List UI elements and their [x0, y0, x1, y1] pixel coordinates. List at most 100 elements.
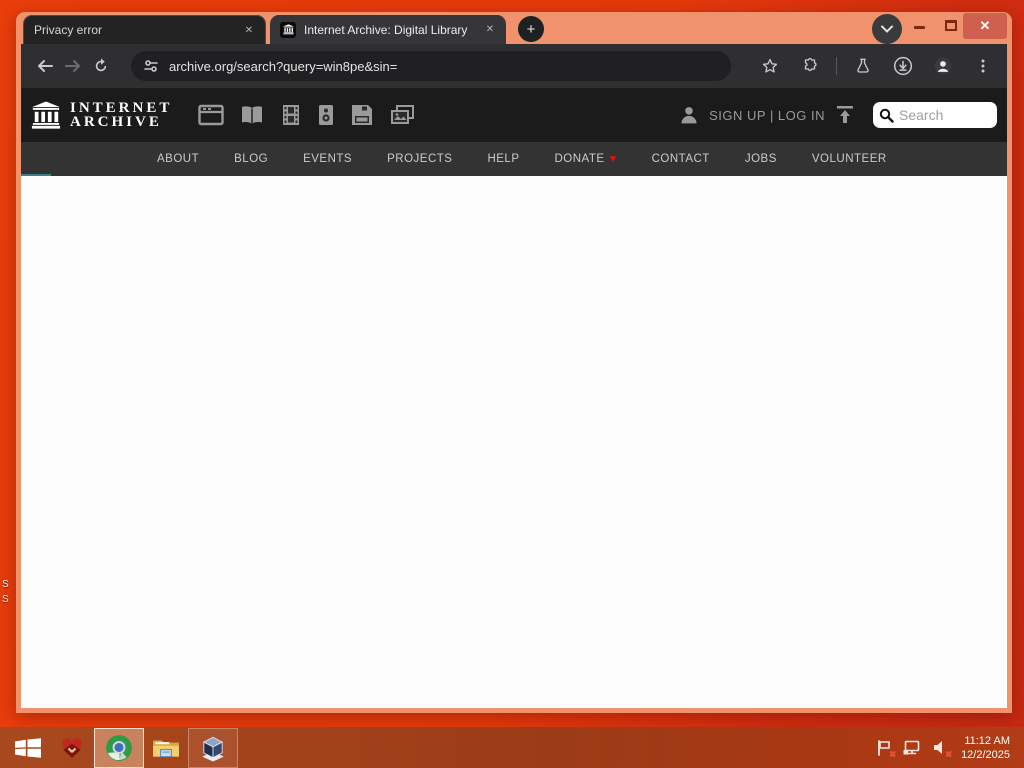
- network-monitor-icon: [903, 740, 920, 754]
- nav-item-help[interactable]: HELP: [487, 153, 519, 165]
- nav-item-jobs[interactable]: JOBS: [745, 153, 777, 165]
- downloads-button[interactable]: [889, 52, 917, 80]
- action-center-button[interactable]: ✕: [875, 739, 897, 759]
- search-icon: [879, 108, 894, 123]
- nav-item-projects[interactable]: PROJECTS: [387, 153, 452, 165]
- internet-archive-logo-icon[interactable]: [31, 100, 61, 130]
- reload-button[interactable]: [87, 52, 115, 80]
- network-button[interactable]: [903, 739, 921, 757]
- extensions-button[interactable]: [796, 52, 824, 80]
- person-icon: [681, 107, 697, 124]
- file-explorer-button[interactable]: [144, 728, 188, 768]
- tab-internet-archive[interactable]: Internet Archive: Digital Library ✕: [270, 15, 506, 44]
- nav-label: CONTACT: [651, 153, 710, 165]
- minimize-button[interactable]: [914, 26, 925, 29]
- tab-title: Internet Archive: Digital Library: [304, 22, 468, 37]
- avatar-icon: [934, 57, 952, 75]
- desktop-icon-label-fragment: S: [2, 594, 9, 605]
- wordmark-line2: ARCHIVE: [70, 114, 162, 130]
- audio-icon[interactable]: [317, 104, 335, 126]
- desktop-icon-label-fragment: S: [2, 579, 9, 590]
- virtualbox-button[interactable]: [188, 727, 238, 768]
- nav-item-contact[interactable]: CONTACT: [652, 153, 710, 165]
- signup-login-link[interactable]: SIGN UP | LOG IN: [709, 108, 825, 123]
- flask-icon: [857, 58, 869, 73]
- back-button[interactable]: [31, 52, 59, 80]
- labs-button[interactable]: [849, 52, 877, 80]
- kebab-menu-icon: [981, 59, 985, 73]
- forward-button[interactable]: [59, 52, 87, 80]
- clock-time: 11:12 AM: [964, 734, 1010, 747]
- texts-icon[interactable]: [239, 104, 265, 126]
- heart-icon: ♥: [609, 153, 617, 165]
- search-input[interactable]: [899, 107, 985, 123]
- tab-search-button[interactable]: [872, 14, 902, 44]
- star-icon: [762, 58, 778, 73]
- clock-date: 12/2/2025: [961, 748, 1010, 761]
- page-content: INTERNET ARCHIVE SIGN UP | LOG IN Search…: [21, 88, 1007, 708]
- mute-badge-icon: ✕: [945, 749, 953, 759]
- nav-label: VOLUNTEER: [811, 153, 887, 165]
- tab-close-icon[interactable]: ✕: [482, 22, 498, 38]
- web-icon[interactable]: [198, 104, 225, 126]
- images-icon[interactable]: [389, 104, 415, 126]
- profile-button[interactable]: [929, 52, 957, 80]
- taskbar-clock[interactable]: 11:12 AM 12/2/2025: [961, 734, 1010, 762]
- tab-close-icon[interactable]: ✕: [241, 22, 257, 38]
- window-close-button[interactable]: ✕: [963, 13, 1007, 39]
- virtualbox-icon: [202, 736, 224, 761]
- archive-wordmark[interactable]: INTERNET ARCHIVE: [70, 100, 173, 130]
- toolbar-separator: [836, 57, 837, 75]
- nav-label: BLOG: [234, 153, 269, 165]
- wordmark-line1: INTERNET: [70, 100, 173, 116]
- start-button[interactable]: [6, 728, 50, 768]
- url-bar[interactable]: archive.org/search?query=win8pe&sin=: [131, 51, 731, 81]
- nav-label: HELP: [487, 153, 520, 165]
- maximize-button[interactable]: [945, 20, 957, 31]
- archive-search-box[interactable]: [873, 102, 997, 128]
- tab-privacy-error[interactable]: Privacy error ✕: [23, 15, 266, 44]
- nav-item-events[interactable]: EVENTS: [303, 153, 352, 165]
- nav-item-about[interactable]: ABOUT: [157, 153, 199, 165]
- browser-menu-button[interactable]: [969, 52, 997, 80]
- browser-toolbar: archive.org/search?query=win8pe&sin=: [21, 44, 1007, 88]
- nav-item-blog[interactable]: BLOG: [234, 153, 268, 165]
- nav-label: JOBS: [744, 153, 777, 165]
- puzzle-icon: [804, 57, 817, 72]
- taskbar: ✕ ✕ 11:12 AM 12/2/2025: [0, 727, 1024, 768]
- tab-strip: Privacy error ✕ Internet Archive: Digita…: [21, 12, 1007, 44]
- site-info-tune-icon[interactable]: [143, 58, 159, 74]
- chrome-browser-icon: [106, 734, 132, 761]
- back-arrow-icon: [38, 60, 53, 72]
- archive-header: INTERNET ARCHIVE SIGN UP | LOG IN Search: [21, 88, 1007, 142]
- nav-label: ABOUT: [157, 153, 200, 165]
- close-icon: ✕: [979, 18, 991, 33]
- browser-window: Privacy error ✕ Internet Archive: Digita…: [16, 12, 1012, 713]
- download-icon: [893, 56, 913, 76]
- error-badge-icon: ✕: [889, 749, 897, 759]
- nav-label: DONATE: [554, 153, 605, 165]
- upload-icon[interactable]: [835, 106, 855, 124]
- forward-arrow-icon: [65, 60, 80, 72]
- toolbar-actions: [756, 52, 997, 80]
- media-type-bar: [198, 104, 415, 126]
- windows-logo-icon: [15, 737, 41, 758]
- nav-item-volunteer[interactable]: VOLUNTEER: [812, 153, 887, 165]
- nav-focus-sliver: [21, 174, 51, 176]
- plus-icon: +: [526, 20, 536, 38]
- volume-button[interactable]: ✕: [931, 739, 953, 759]
- file-explorer-icon: [153, 739, 179, 757]
- chevron-down-icon: [881, 25, 893, 33]
- url-text[interactable]: archive.org/search?query=win8pe&sin=: [169, 59, 397, 74]
- nav-label: EVENTS: [303, 153, 353, 165]
- bookmark-star-button[interactable]: [756, 52, 784, 80]
- tab-title: Privacy error: [34, 23, 103, 37]
- nav-label: PROJECTS: [387, 153, 453, 165]
- nav-item-donate[interactable]: DONATE ♥: [555, 153, 617, 165]
- new-tab-button[interactable]: +: [518, 16, 544, 42]
- system-tray: ✕ ✕: [875, 739, 953, 759]
- video-icon[interactable]: [280, 104, 302, 126]
- red-app-button[interactable]: [50, 728, 94, 768]
- software-icon[interactable]: [350, 104, 374, 126]
- chrome-taskbar-button[interactable]: [94, 727, 144, 768]
